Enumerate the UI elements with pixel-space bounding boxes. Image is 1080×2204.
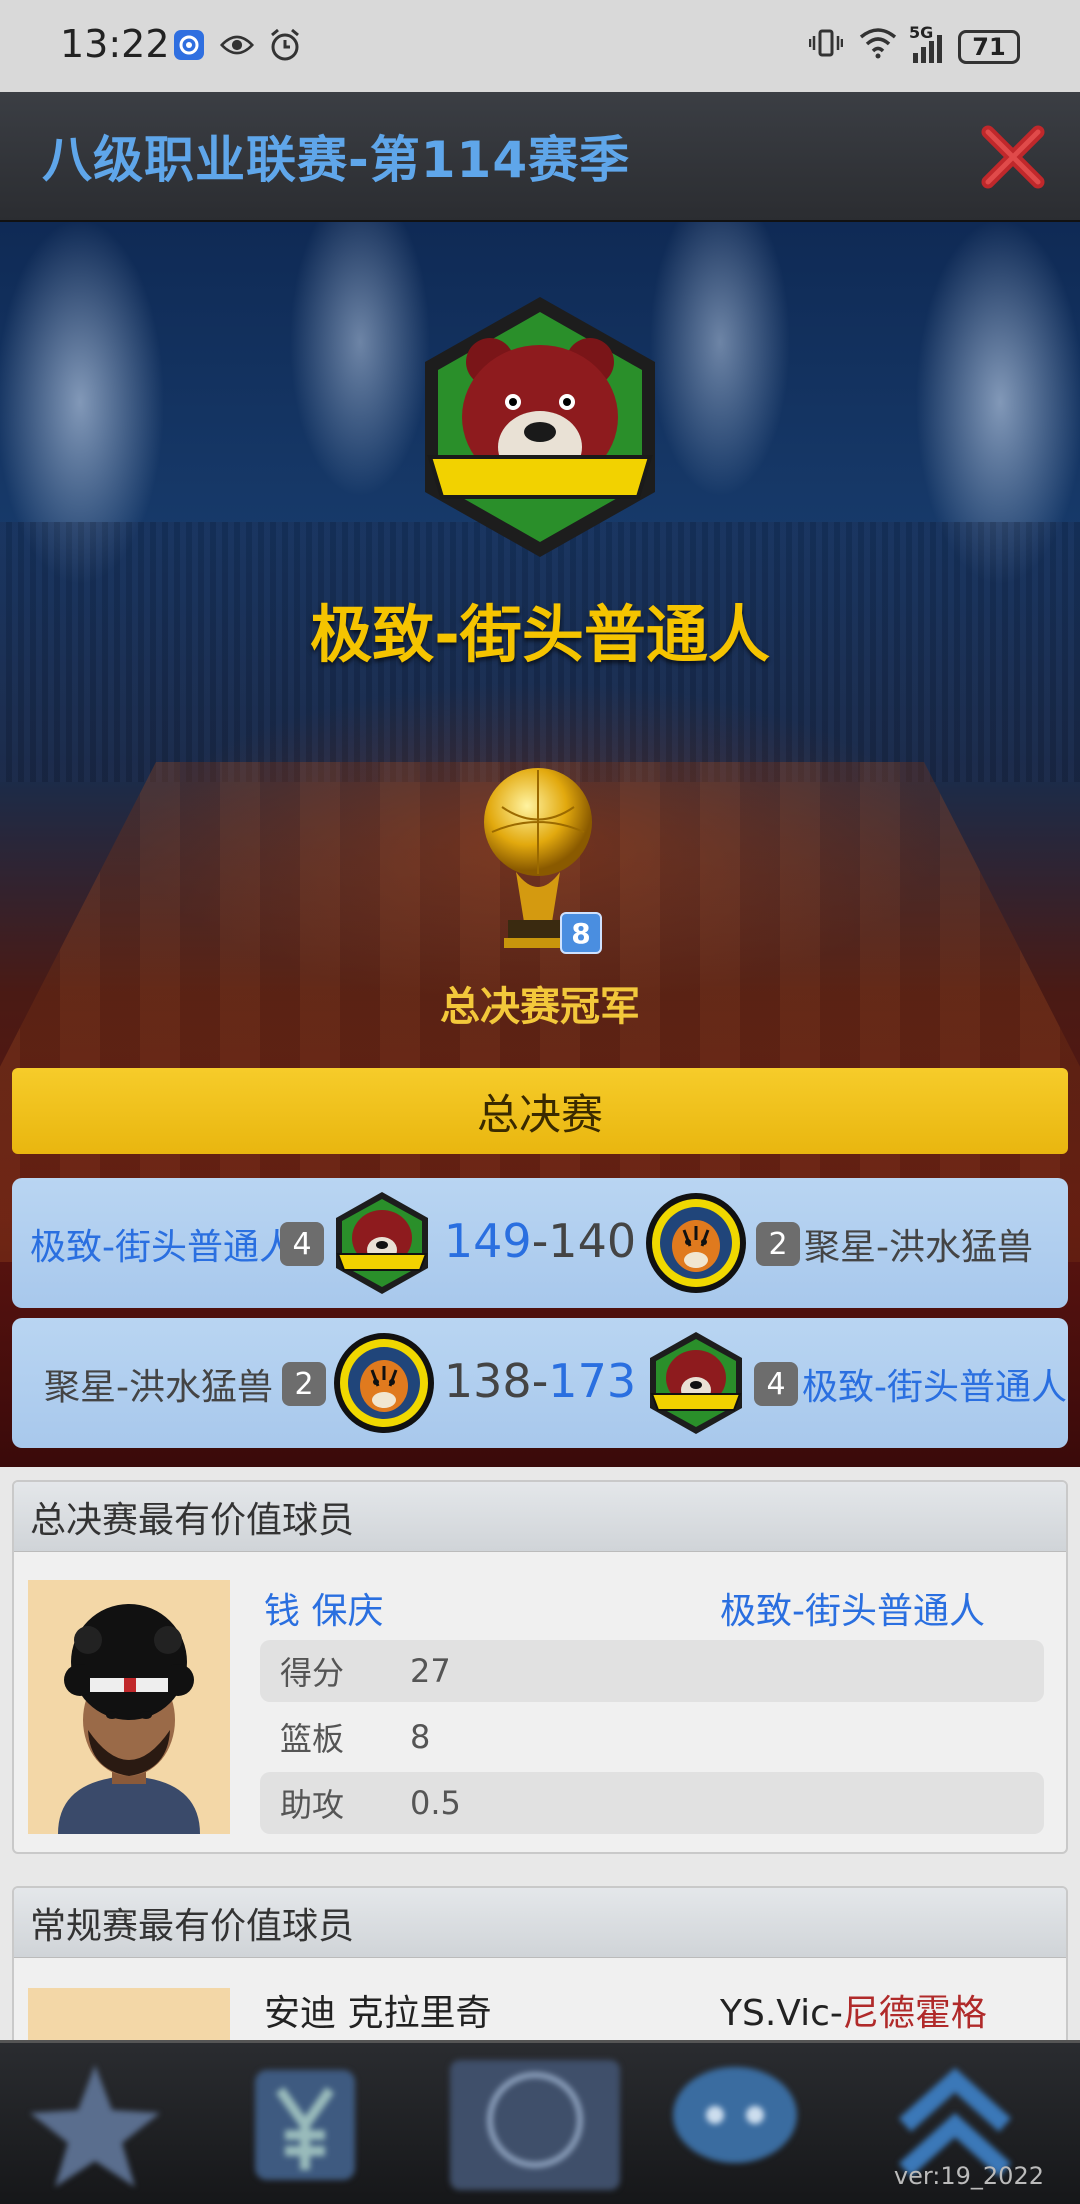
stat-label: 助攻	[280, 1786, 345, 1824]
nav-star-button[interactable]	[20, 2055, 170, 2195]
finals-header: 总决赛	[12, 1068, 1068, 1154]
team-prefix: YS.Vic-	[720, 1993, 843, 2034]
player-avatar[interactable]	[28, 1580, 230, 1834]
stat-value: 8	[410, 1718, 431, 1756]
wifi-icon	[859, 27, 897, 66]
finals-mvp-header: 总决赛最有价值球员	[14, 1482, 1066, 1552]
stat-label: 得分	[280, 1654, 345, 1692]
eye-icon	[220, 28, 254, 62]
nav-social-button[interactable]	[660, 2055, 810, 2195]
score-dash: -	[531, 1354, 549, 1408]
stat-row-points: 得分 27	[260, 1640, 1044, 1702]
close-button[interactable]	[978, 122, 1048, 192]
status-icons-right: 5G 71	[808, 23, 1020, 67]
page-title: 八级职业联赛-第114赛季	[42, 131, 631, 189]
nav-money-button[interactable]	[230, 2055, 380, 2195]
finals-game-1[interactable]: 极致-街头普通人 4 149-140 2 聚星-洪水猛兽	[12, 1178, 1068, 1308]
champion-team-name: 极致-街头普通人	[310, 598, 770, 671]
champion-hero: 极致-街头普通人 8 总决赛冠军 总决赛 极致-街头普通人 4 149-140 …	[0, 222, 1080, 1467]
star-icon	[30, 2065, 160, 2187]
game2-right-team[interactable]: 极致-街头普通人	[802, 1358, 1067, 1410]
network-type: 5G	[909, 22, 934, 42]
league-icon	[450, 2060, 620, 2190]
tiger-team-logo-icon	[644, 1190, 748, 1296]
stat-value: 0.5	[410, 1784, 461, 1822]
app-notification-icon	[172, 28, 206, 62]
regular-mvp-player-name[interactable]: 安迪 克拉里奇	[264, 1984, 491, 2036]
game2-left-score: 138	[443, 1354, 532, 1408]
bottom-navigation: ver:19_2022	[0, 2040, 1080, 2204]
close-icon	[981, 125, 1045, 189]
game1-right-team[interactable]: 聚星-洪水猛兽	[804, 1218, 1033, 1270]
stat-row-assists: 助攻 0.5	[260, 1772, 1044, 1834]
regular-mvp-team-name[interactable]: YS.Vic-尼德霍格	[720, 1984, 987, 2036]
nav-league-button[interactable]	[440, 2055, 630, 2195]
game2-right-series-wins: 4	[754, 1362, 798, 1406]
finals-mvp-player-name[interactable]: 钱 保庆	[264, 1582, 383, 1634]
game2-right-score: 173	[548, 1354, 637, 1408]
game1-left-score: 149	[443, 1214, 532, 1268]
stat-label: 篮板	[280, 1720, 345, 1758]
game1-right-series-wins: 2	[756, 1222, 800, 1266]
version-label: ver:19_2022	[893, 2162, 1044, 2190]
finals-game-2[interactable]: 聚星-洪水猛兽 2 138-173 4 极致-街头普通人	[12, 1318, 1068, 1448]
champion-label: 总决赛冠军	[440, 984, 640, 1030]
finals-mvp-panel: 总决赛最有价值球员 钱 保庆 极致-街头普通人 得分 27 篮板 8 助攻 0.…	[12, 1480, 1068, 1854]
finals-mvp-team-name[interactable]: 极致-街头普通人	[720, 1582, 985, 1634]
trophy-count-badge: 8	[560, 912, 602, 954]
bear-team-logo-icon	[644, 1330, 748, 1436]
status-bar: 13:22 5G 71	[0, 0, 1080, 92]
battery-indicator: 71	[958, 29, 1020, 64]
score-dash: -	[531, 1214, 549, 1268]
stat-row-rebounds: 篮板 8	[260, 1706, 1044, 1768]
status-icons-left	[172, 28, 302, 62]
chat-icon	[673, 2067, 797, 2163]
yen-icon	[255, 2070, 355, 2180]
signal-icon: 5G	[909, 23, 942, 63]
team-suffix: 尼德霍格	[842, 1993, 987, 2034]
stat-value: 27	[410, 1652, 451, 1690]
regular-mvp-header: 常规赛最有价值球员	[14, 1888, 1066, 1958]
game1-right-score: 140	[548, 1214, 637, 1268]
alarm-icon	[268, 28, 302, 62]
champion-team-logo	[410, 292, 670, 562]
vibrate-icon	[808, 26, 844, 67]
title-bar: 八级职业联赛-第114赛季	[0, 92, 1080, 222]
status-time: 13:22	[60, 22, 170, 66]
